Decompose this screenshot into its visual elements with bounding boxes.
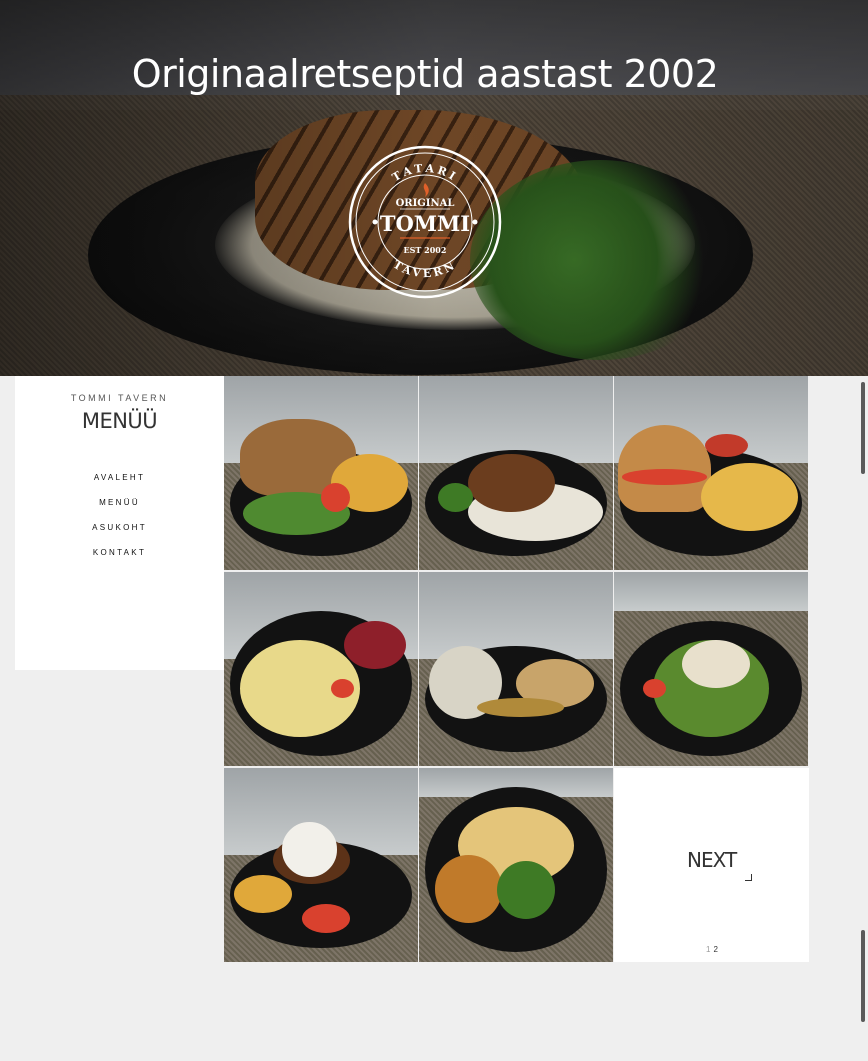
tommi-logo: TATARI TAVERN ORIGINAL TOMMI EST 2002 <box>348 145 502 299</box>
svg-text:TOMMI: TOMMI <box>380 211 470 236</box>
next-panel[interactable]: NEXT 12 <box>614 768 809 962</box>
hero-title: Originaalretseptid aastast 2002 <box>131 52 719 96</box>
corner-arrow-icon <box>745 874 752 881</box>
sidebar-nav: AVALEHT MENÜÜ ASUKOHT KONTAKT <box>15 473 224 557</box>
dish-tile-grilled-meat[interactable] <box>419 376 613 570</box>
dish-tile-baked-potato-squid[interactable] <box>419 572 613 766</box>
dish-tile-kebab-salad[interactable] <box>224 768 418 962</box>
dish-tile-burger-fries[interactable] <box>224 376 418 570</box>
dish-tile-hamburger[interactable] <box>614 376 808 570</box>
dish-tile-squid-salad[interactable] <box>614 572 808 766</box>
svg-text:TATARI: TATARI <box>390 162 460 185</box>
sidebar-title: MENÜÜ <box>81 409 158 433</box>
nav-item-avaleht[interactable]: AVALEHT <box>15 473 224 482</box>
svg-text:TAVERN: TAVERN <box>391 258 459 280</box>
svg-text:ORIGINAL: ORIGINAL <box>396 198 455 209</box>
nav-item-asukoht[interactable]: ASUKOHT <box>15 523 224 532</box>
page-2[interactable]: 2 <box>713 945 717 954</box>
scrollbar-thumb-bottom[interactable] <box>861 930 865 1022</box>
next-label[interactable]: NEXT <box>687 848 737 872</box>
svg-text:EST 2002: EST 2002 <box>404 245 447 255</box>
pagination: 12 <box>706 945 718 954</box>
sidebar-brand: TOMMI TAVERN <box>70 393 169 403</box>
menu-gallery: NEXT 12 <box>224 376 810 962</box>
scrollbar-thumb-top[interactable] <box>861 382 865 474</box>
page-1[interactable]: 1 <box>706 945 710 954</box>
nav-item-menuu[interactable]: MENÜÜ <box>15 498 224 507</box>
dish-tile-pancake[interactable] <box>224 572 418 766</box>
hero-banner: Originaalretseptid aastast 2002 TATARI T… <box>0 0 868 376</box>
dish-tile-oven-potatoes[interactable] <box>419 768 613 962</box>
sidebar: TOMMI TAVERN MENÜÜ AVALEHT MENÜÜ ASUKOHT… <box>15 376 224 670</box>
nav-item-kontakt[interactable]: KONTAKT <box>15 548 224 557</box>
